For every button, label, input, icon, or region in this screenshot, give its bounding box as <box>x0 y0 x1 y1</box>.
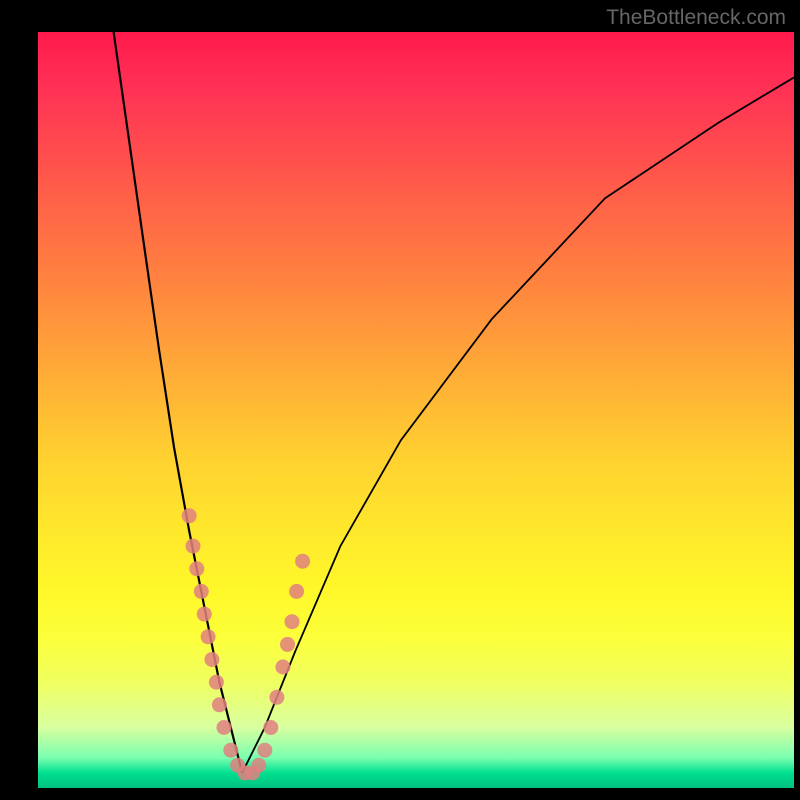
data-marker <box>186 539 201 554</box>
data-marker <box>209 675 224 690</box>
data-marker <box>182 508 197 523</box>
bottleneck-curve-right <box>242 77 794 773</box>
watermark-text: TheBottleneck.com <box>606 6 786 30</box>
data-marker <box>212 697 227 712</box>
data-marker <box>204 652 219 667</box>
data-marker <box>275 660 290 675</box>
data-marker <box>280 637 295 652</box>
data-marker <box>263 720 278 735</box>
data-marker <box>251 758 266 773</box>
chart-svg <box>38 32 794 788</box>
data-marker <box>194 584 209 599</box>
data-marker <box>189 561 204 576</box>
data-marker <box>295 554 310 569</box>
data-marker <box>197 607 212 622</box>
marker-group <box>182 508 310 780</box>
data-marker <box>257 743 272 758</box>
data-marker <box>269 690 284 705</box>
chart-plot-area <box>38 32 794 788</box>
data-marker <box>217 720 232 735</box>
data-marker <box>289 584 304 599</box>
data-marker <box>201 629 216 644</box>
data-marker <box>223 743 238 758</box>
data-marker <box>285 614 300 629</box>
bottleneck-curve-left <box>114 32 243 773</box>
